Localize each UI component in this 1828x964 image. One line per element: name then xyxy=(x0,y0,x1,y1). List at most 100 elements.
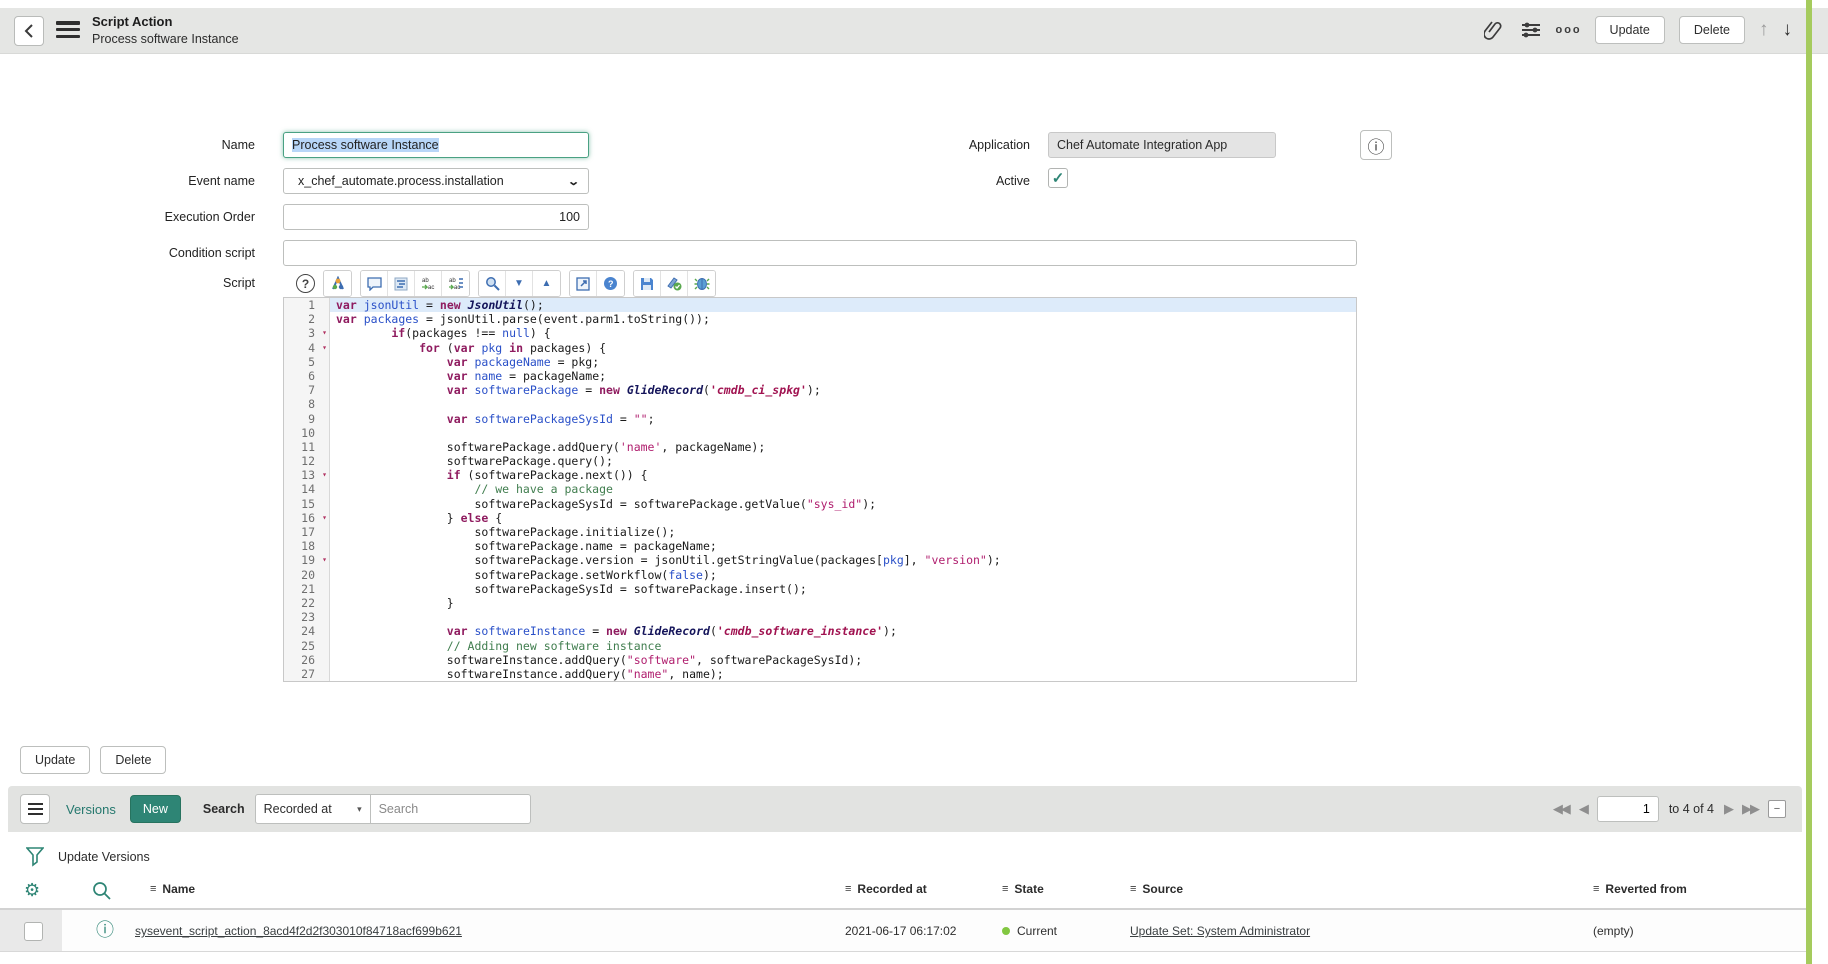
code-line[interactable]: 1var jsonUtil = new JsonUtil(); xyxy=(284,298,1356,312)
line-number: 19▾ xyxy=(284,553,330,567)
code-line[interactable]: 10 xyxy=(284,426,1356,440)
syntax-check-icon[interactable] xyxy=(661,271,688,296)
replace-all-icon[interactable]: abac xyxy=(442,271,469,296)
code-line[interactable]: 18softwarePackage.name = packageName; xyxy=(284,539,1356,553)
fold-marker-icon[interactable]: ▾ xyxy=(322,511,327,525)
update-button-header[interactable]: Update xyxy=(1595,16,1665,44)
table-row[interactable]: ⓘ sysevent_script_action_8acd4f2d2f30301… xyxy=(0,908,1810,952)
more-options-icon[interactable]: ooo xyxy=(1557,18,1581,42)
last-page-icon[interactable]: ▶▶ xyxy=(1742,801,1758,817)
column-header-source[interactable]: ≡Source xyxy=(1130,882,1183,896)
code-line[interactable]: 25// Adding new software instance xyxy=(284,639,1356,653)
code-line[interactable]: 13▾if (softwarePackage.next()) { xyxy=(284,468,1356,482)
fold-marker-icon[interactable]: ▾ xyxy=(322,553,327,567)
format-code-icon[interactable] xyxy=(388,271,415,296)
code-line[interactable]: 24var softwareInstance = new GlideRecord… xyxy=(284,624,1356,638)
versions-search-input[interactable] xyxy=(371,794,531,824)
version-name-link[interactable]: sysevent_script_action_8acd4f2d2f303010f… xyxy=(135,924,462,938)
code-line[interactable]: 14// we have a package xyxy=(284,482,1356,496)
line-number: 26 xyxy=(284,653,330,667)
delete-button-footer[interactable]: Delete xyxy=(100,746,166,774)
code-line[interactable]: 21softwarePackageSysId = softwarePackage… xyxy=(284,582,1356,596)
update-button-footer[interactable]: Update xyxy=(20,746,90,774)
code-line[interactable]: 5var packageName = pkg; xyxy=(284,355,1356,369)
column-header-recorded-at[interactable]: ≡Recorded at xyxy=(845,882,927,896)
toggle-comment-icon[interactable] xyxy=(361,271,388,296)
scroll-down-icon[interactable]: ↓ xyxy=(1783,19,1793,41)
context-menu-icon[interactable] xyxy=(56,21,80,41)
column-header-state[interactable]: ≡State xyxy=(1002,882,1044,896)
code-line[interactable]: 23 xyxy=(284,610,1356,624)
execution-order-input[interactable] xyxy=(283,204,589,230)
code-line[interactable]: 19▾softwarePackage.version = jsonUtil.ge… xyxy=(284,553,1356,567)
fold-marker-icon[interactable]: ▾ xyxy=(322,341,327,355)
code-line[interactable]: 17softwarePackage.initialize(); xyxy=(284,525,1356,539)
versions-title-link[interactable]: Versions xyxy=(66,802,116,817)
attachment-paperclip-icon[interactable] xyxy=(1481,18,1505,42)
source-link[interactable]: Update Set: System Administrator xyxy=(1130,924,1310,938)
event-name-select[interactable]: x_chef_automate.process.installation ⌄ xyxy=(283,168,589,194)
filter-title[interactable]: Update Versions xyxy=(58,850,150,864)
row-checkbox[interactable] xyxy=(24,922,43,941)
page-number-input[interactable] xyxy=(1597,796,1659,822)
record-info-icon[interactable]: ⓘ xyxy=(96,921,114,939)
search-icon[interactable] xyxy=(479,271,506,296)
column-header-reverted-from[interactable]: ≡Reverted from xyxy=(1593,882,1687,896)
fold-marker-icon[interactable]: ▾ xyxy=(322,326,327,340)
delete-button-header[interactable]: Delete xyxy=(1679,16,1745,44)
condition-script-input[interactable] xyxy=(283,240,1357,266)
field-help-icon[interactable]: ? xyxy=(296,274,315,293)
scroll-up-icon[interactable]: ↑ xyxy=(1759,19,1769,41)
name-input[interactable]: Process software Instance xyxy=(283,132,589,158)
new-button[interactable]: New xyxy=(130,795,181,823)
code-line[interactable]: 26softwareInstance.addQuery("software", … xyxy=(284,653,1356,667)
script-editor[interactable]: 1var jsonUtil = new JsonUtil();2var pack… xyxy=(283,297,1357,682)
next-page-icon[interactable]: ▶ xyxy=(1724,801,1732,817)
script-editor-lines: 1var jsonUtil = new JsonUtil();2var pack… xyxy=(284,298,1356,681)
back-button[interactable] xyxy=(14,16,44,46)
name-label: Name xyxy=(0,138,255,152)
pagination-range-text: to 4 of 4 xyxy=(1669,802,1714,816)
fold-marker-icon[interactable]: ▾ xyxy=(322,468,327,482)
code-line[interactable]: 15softwarePackageSysId = softwarePackage… xyxy=(284,497,1356,511)
open-in-window-icon[interactable] xyxy=(570,271,597,296)
column-header-name[interactable]: ≡Name xyxy=(150,882,195,896)
code-line[interactable]: 3▾if(packages !== null) { xyxy=(284,326,1356,340)
list-personalize-gear-icon[interactable]: ⚙ xyxy=(24,880,40,901)
start-debugging-icon[interactable] xyxy=(688,271,715,296)
personalize-sliders-icon[interactable] xyxy=(1519,18,1543,42)
record-title: Process software Instance xyxy=(92,31,239,47)
find-next-icon[interactable]: ▼ xyxy=(506,271,533,296)
first-page-icon[interactable]: ◀◀ xyxy=(1553,801,1569,817)
condition-script-label: Condition script xyxy=(0,246,255,260)
code-line[interactable]: 11softwarePackage.addQuery('name', packa… xyxy=(284,440,1356,454)
save-icon[interactable] xyxy=(634,271,661,296)
code-line[interactable]: 4▾for (var pkg in packages) { xyxy=(284,341,1356,355)
search-field-chevron-icon: ▾ xyxy=(357,804,362,815)
code-line[interactable]: 16▾} else { xyxy=(284,511,1356,525)
code-line[interactable]: 12softwarePackage.query(); xyxy=(284,454,1356,468)
search-field-select[interactable]: Recorded at ▾ xyxy=(255,794,371,824)
code-line[interactable]: 7var softwarePackage = new GlideRecord('… xyxy=(284,383,1356,397)
filter-funnel-icon[interactable] xyxy=(26,847,44,867)
code-line[interactable]: 8 xyxy=(284,397,1356,411)
code-line[interactable]: 20softwarePackage.setWorkflow(false); xyxy=(284,568,1356,582)
code-line[interactable]: 2var packages = jsonUtil.parse(event.par… xyxy=(284,312,1356,326)
code-line[interactable]: 27softwareInstance.addQuery("name", name… xyxy=(284,667,1356,681)
code-line[interactable]: 6var name = packageName; xyxy=(284,369,1356,383)
list-context-menu-icon[interactable] xyxy=(20,794,50,824)
code-line[interactable]: 9var softwarePackageSysId = ""; xyxy=(284,412,1356,426)
replace-icon[interactable]: abac xyxy=(415,271,442,296)
active-checkbox[interactable]: ✓ xyxy=(1048,168,1068,188)
code-line[interactable]: 22} xyxy=(284,596,1356,610)
column-search-icon[interactable] xyxy=(92,881,111,900)
line-number: 1 xyxy=(284,298,330,312)
footer-actions: Update Delete xyxy=(20,746,166,774)
scratchpad-icon[interactable] xyxy=(324,271,351,296)
find-previous-icon[interactable]: ▲ xyxy=(533,271,560,296)
collapse-list-icon[interactable]: − xyxy=(1768,800,1786,818)
api-help-icon[interactable]: ? xyxy=(597,271,624,296)
line-number: 15 xyxy=(284,497,330,511)
previous-page-icon[interactable]: ◀ xyxy=(1579,801,1587,817)
application-info-button[interactable]: ⓘ xyxy=(1360,130,1392,160)
